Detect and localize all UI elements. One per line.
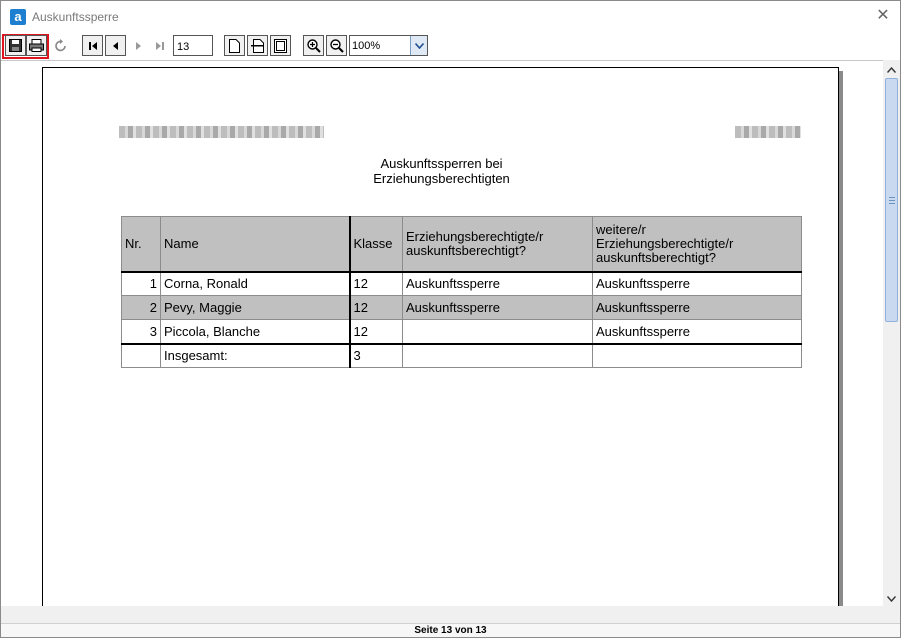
report-title: Auskunftssperren bei Erziehungsberechtig… xyxy=(43,156,840,186)
cell-erz2: Auskunftssperre xyxy=(592,319,802,344)
print-icon xyxy=(29,39,44,52)
chevron-up-icon xyxy=(886,62,897,76)
report-title-line1: Auskunftssperren bei xyxy=(380,156,503,171)
app-icon: a xyxy=(10,9,26,25)
zoom-select[interactable]: 100% xyxy=(349,35,428,56)
scroll-grip-icon xyxy=(889,197,895,204)
redacted-header-right xyxy=(735,126,801,138)
redacted-header-left xyxy=(119,126,324,138)
header-erz2-line2: Erziehungsberechtigte/r xyxy=(596,235,734,251)
cell-klasse: 12 xyxy=(349,319,403,344)
report-page: Auskunftssperren bei Erziehungsberechtig… xyxy=(42,67,839,606)
whole-page-icon xyxy=(274,38,287,53)
header-klasse: Klasse xyxy=(349,216,403,273)
cell-erz1 xyxy=(402,319,593,344)
last-page-icon xyxy=(155,41,165,51)
header-nr: Nr. xyxy=(121,216,161,273)
header-erz1: Erziehungsberechtigte/r auskunftsberecht… xyxy=(402,216,593,273)
header-erz2-line3: auskunftsberechtigt? xyxy=(596,249,716,265)
report-viewer[interactable]: Auskunftssperren bei Erziehungsberechtig… xyxy=(1,60,883,606)
report-title-line2: Erziehungsberechtigten xyxy=(373,171,510,186)
single-page-icon xyxy=(229,38,240,53)
toolbar: 100% xyxy=(1,32,900,60)
cell-erz1: Auskunftssperre xyxy=(402,271,593,296)
chevron-down-icon xyxy=(886,591,897,605)
vertical-scrollbar[interactable] xyxy=(883,60,900,606)
cell-name: Corna, Ronald xyxy=(160,271,351,296)
previous-page-icon xyxy=(111,41,121,51)
table-row: 3 Piccola, Blanche 12 Auskunftssperre xyxy=(121,319,802,344)
print-button[interactable] xyxy=(26,35,47,56)
table-header-row: Nr. Name Klasse Erziehungsberechtigte/r … xyxy=(121,216,802,273)
close-button[interactable]: ✕ xyxy=(872,6,894,26)
cell-erz1 xyxy=(402,342,593,368)
scroll-up-button[interactable] xyxy=(883,60,900,77)
cell-nr: 3 xyxy=(121,319,161,344)
header-erz1-line2: auskunftsberechtigt? xyxy=(406,242,526,258)
first-page-icon xyxy=(88,41,98,51)
header-erz2-line1: weitere/r xyxy=(596,221,646,237)
next-page-button[interactable] xyxy=(127,35,148,56)
title-bar: a Auskunftssperre ✕ xyxy=(1,1,900,32)
cell-erz2 xyxy=(592,342,802,368)
cell-nr: 2 xyxy=(121,295,161,320)
refresh-button[interactable] xyxy=(50,35,71,56)
scroll-thumb[interactable] xyxy=(885,78,898,322)
report-table: Nr. Name Klasse Erziehungsberechtigte/r … xyxy=(121,216,802,368)
save-icon xyxy=(9,39,22,52)
zoom-out-button[interactable] xyxy=(326,35,347,56)
page-number-input[interactable] xyxy=(173,35,213,56)
first-page-button[interactable] xyxy=(82,35,103,56)
zoom-in-icon xyxy=(306,38,321,53)
cell-erz2: Auskunftssperre xyxy=(592,295,802,320)
cell-erz2: Auskunftssperre xyxy=(592,271,802,296)
scroll-down-button[interactable] xyxy=(883,589,900,606)
next-page-icon xyxy=(133,41,143,51)
cell-nr: 1 xyxy=(121,271,161,296)
table-total-row: Insgesamt: 3 xyxy=(121,342,802,368)
last-page-button[interactable] xyxy=(149,35,170,56)
zoom-out-icon xyxy=(329,38,344,53)
page-status: Seite 13 von 13 xyxy=(414,625,487,636)
scrollbar-corner xyxy=(883,606,900,623)
table-row: 2 Pevy, Maggie 12 Auskunftssperre Auskun… xyxy=(121,295,802,320)
cell-nr xyxy=(121,342,161,368)
window-title: Auskunftssperre xyxy=(32,10,119,24)
cell-erz1: Auskunftssperre xyxy=(402,295,593,320)
cell-name: Piccola, Blanche xyxy=(160,319,351,344)
table-row: 1 Corna, Ronald 12 Auskunftssperre Ausku… xyxy=(121,271,802,296)
single-page-button[interactable] xyxy=(224,35,245,56)
previous-page-button[interactable] xyxy=(105,35,126,56)
report-viewer-window: a Auskunftssperre ✕ 13 100% Auskunftsspe… xyxy=(0,0,901,638)
horizontal-scrollbar[interactable] xyxy=(1,606,883,623)
zoom-value: 100% xyxy=(352,40,381,52)
header-erz1-line1: Erziehungsberechtigte/r xyxy=(406,228,544,244)
header-name: Name xyxy=(160,216,351,273)
header-erz2: weitere/r Erziehungsberechtigte/r auskun… xyxy=(592,216,802,273)
refresh-icon xyxy=(54,38,68,53)
cell-klasse: 12 xyxy=(349,271,403,296)
total-label: Insgesamt: xyxy=(160,342,351,368)
page-width-icon xyxy=(251,38,264,53)
zoom-in-button[interactable] xyxy=(303,35,324,56)
status-bar: Seite 13 von 13 xyxy=(1,623,900,637)
save-button[interactable] xyxy=(5,35,26,56)
whole-page-button[interactable] xyxy=(270,35,291,56)
page-width-button[interactable] xyxy=(247,35,268,56)
cell-name: Pevy, Maggie xyxy=(160,295,351,320)
total-value: 3 xyxy=(349,342,403,368)
dropdown-arrow-icon[interactable] xyxy=(410,36,427,55)
cell-klasse: 12 xyxy=(349,295,403,320)
